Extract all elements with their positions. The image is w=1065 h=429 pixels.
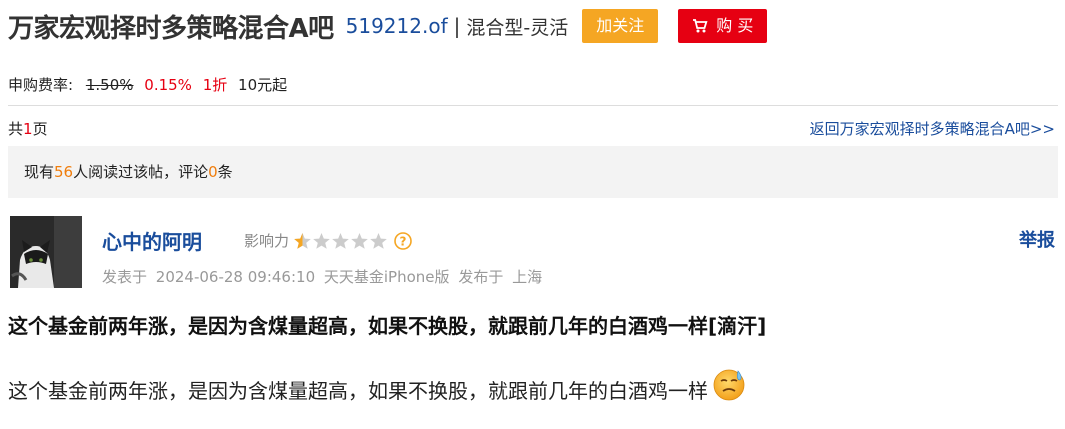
star-icon: [332, 232, 349, 249]
original-rate: 1.50%: [85, 76, 134, 94]
post-author[interactable]: 心中的阿明: [102, 226, 202, 255]
post-body-text: 这个基金前两年涨，是因为含煤量超高，如果不换股，就跟前几年的白酒鸡一样: [8, 379, 708, 403]
star-icon: [370, 232, 387, 249]
header-divider: [8, 105, 1058, 106]
svg-text:?: ?: [400, 234, 407, 248]
star-icon: [313, 232, 330, 249]
posted-label: 发表于: [102, 268, 148, 286]
back-to-bar-link[interactable]: 返回万家宏观择时多策略混合A吧>>: [810, 118, 1055, 139]
star-icon: [351, 232, 368, 249]
comment-count: 0: [208, 163, 218, 181]
post-meta: 发表于 2024-06-28 09:46:10 天天基金iPhone版 发布于 …: [102, 266, 542, 287]
report-link[interactable]: 举报: [1019, 226, 1055, 252]
discount-badge: 1折: [202, 76, 228, 94]
read-suffix: 条: [217, 163, 233, 181]
page-count-prefix: 共: [8, 120, 24, 138]
reader-count: 56: [54, 163, 74, 181]
star-icon: [294, 232, 311, 249]
fund-header: 万家宏观择时多策略混合A吧 519212.of | 混合型-灵活 加关注 购 买: [8, 6, 768, 46]
influence-stars: [293, 232, 388, 250]
influence-rating: 影响力 ?: [244, 230, 412, 251]
post-body: 这个基金前两年涨，是因为含煤量超高，如果不换股，就跟前几年的白酒鸡一样: [8, 369, 746, 404]
fund-type: 混合型-灵活: [466, 16, 569, 39]
read-middle: 人阅读过该帖，评论: [73, 163, 209, 181]
page-count-number: 1: [23, 120, 33, 138]
post-client: 天天基金iPhone版: [323, 268, 450, 286]
page-count-suffix: 页: [32, 120, 48, 138]
discount-rate: 0.15%: [144, 76, 192, 94]
read-prefix: 现有: [24, 163, 55, 181]
post-title: 这个基金前两年涨，是因为含煤量超高，如果不换股，就跟前几年的白酒鸡一样[滴汗]: [8, 314, 767, 338]
read-stats-bar: 现有56人阅读过该帖，评论0条: [8, 146, 1058, 198]
location-label: 发布于: [458, 268, 504, 286]
avatar-cat-image: [10, 216, 82, 288]
post-location: 上海: [512, 268, 543, 286]
buy-button-label: 购 买: [716, 16, 754, 35]
buy-button[interactable]: 购 买: [678, 9, 768, 43]
min-amount: 10元起: [238, 76, 288, 94]
header-separator: |: [453, 14, 461, 38]
fund-code-link[interactable]: 519212.of: [346, 14, 448, 38]
sweat-emoji-icon: [713, 369, 745, 400]
page-count: 共1页: [8, 118, 48, 139]
avatar[interactable]: [10, 216, 82, 288]
follow-button[interactable]: 加关注: [582, 9, 659, 43]
help-icon[interactable]: ?: [394, 231, 412, 250]
fund-bar-title[interactable]: 万家宏观择时多策略混合A吧: [8, 8, 334, 45]
post-datetime: 2024-06-28 09:46:10: [155, 268, 316, 286]
cart-icon: [693, 19, 708, 33]
fee-label: 申购费率:: [8, 76, 74, 94]
subscription-fee: 申购费率: 1.50% 0.15% 1折 10元起: [8, 74, 287, 95]
influence-label: 影响力: [244, 232, 290, 250]
